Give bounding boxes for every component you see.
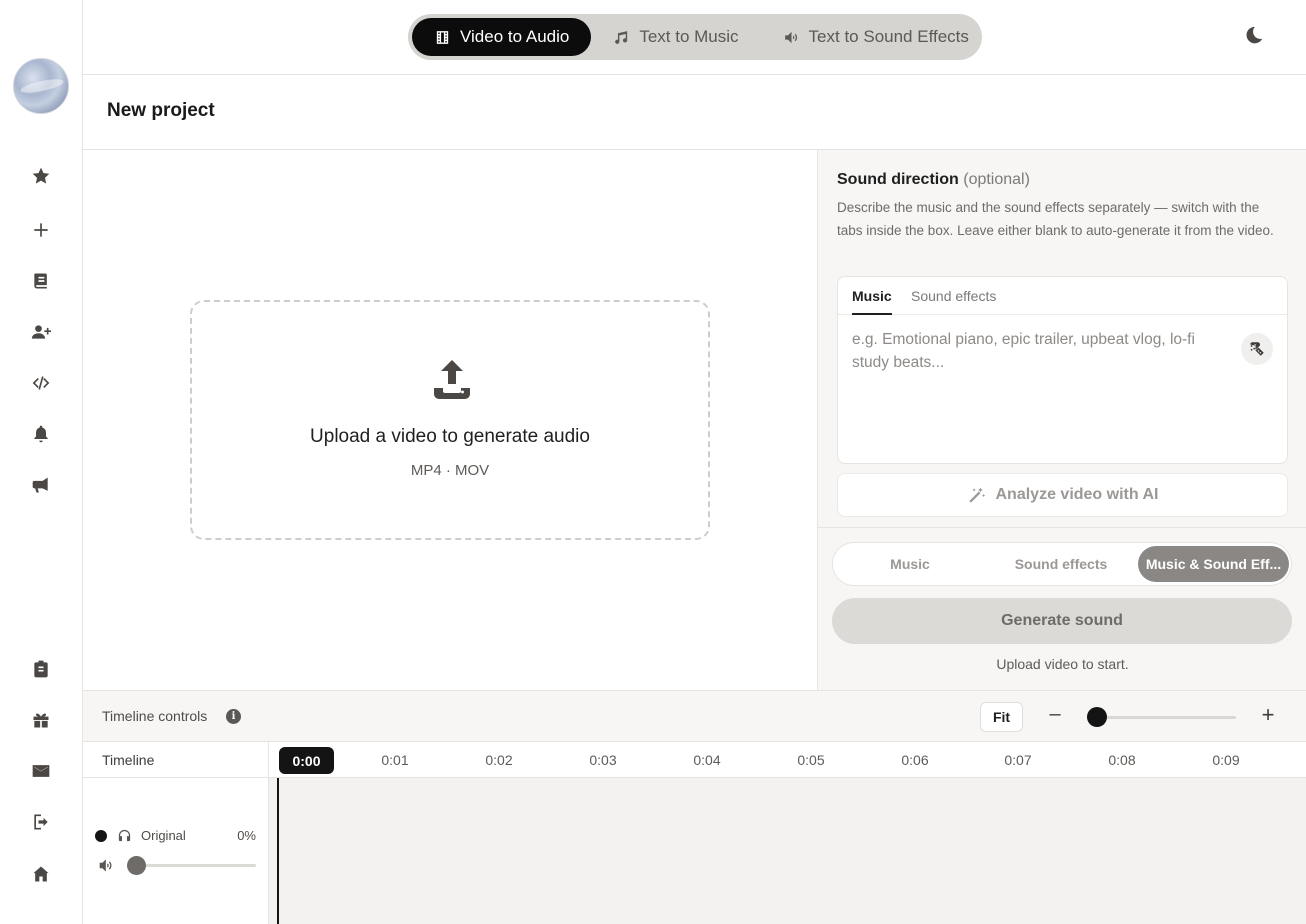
code-icon[interactable] [29,371,53,395]
mode-text-to-music[interactable]: Text to Music [591,18,760,56]
tab-sound-effects[interactable]: Sound effects [911,288,996,313]
timeline-controls-label: Timeline controls [102,708,208,724]
output-mode-music[interactable]: Music [836,546,984,582]
prompt-input[interactable]: e.g. Emotional piano, epic trailer, upbe… [852,328,1232,374]
gift-icon[interactable] [29,708,53,732]
track-volume-value: 0% [237,828,256,843]
fit-button[interactable]: Fit [980,702,1023,732]
ruler-tick: 0:02 [485,752,513,768]
timeline-title: Timeline [102,752,155,768]
ruler-tick: 0:01 [381,752,409,768]
ruler-tick: 0:04 [693,752,721,768]
add-user-icon[interactable] [29,320,53,344]
timeline-header: Timeline [83,742,269,778]
generate-sound-button[interactable]: Generate sound [832,598,1292,644]
upload-title: Upload a video to generate audio [310,426,590,447]
ruler-tick: 0:09 [1212,752,1240,768]
magic-wand-icon [968,487,985,503]
output-mode-sound-effects[interactable]: Sound effects [987,546,1135,582]
moon-icon[interactable] [1242,25,1266,49]
track-lane[interactable] [269,778,1306,924]
prompt-box: Music Sound effects e.g. Emotional piano… [837,276,1288,464]
divider [818,527,1306,528]
mode-switch: Video to Audio Text to Music Text to Sou… [408,14,982,60]
ruler-tick: 0:08 [1108,752,1136,768]
sound-direction-title: Sound direction (optional) [837,171,1030,189]
upload-pane: Upload a video to generate audio MP4 · M… [83,150,817,691]
zoom-out-button[interactable]: – [1045,703,1065,729]
home-icon[interactable] [29,862,53,886]
clipboard-icon[interactable] [29,657,53,681]
prompt-tabs: Music Sound effects [838,277,1287,315]
speaker-icon [784,31,797,43]
logout-icon[interactable] [29,810,53,834]
page-title: New project [107,100,215,121]
optional-label: (optional) [963,171,1030,188]
volume-icon[interactable] [98,858,115,873]
book-icon[interactable] [29,269,53,293]
megaphone-icon[interactable] [29,473,53,497]
track-volume-slider[interactable] [131,864,256,867]
ruler-tick: 0:06 [901,752,929,768]
zoom-slider-thumb[interactable] [1087,707,1107,727]
sidebar [0,0,83,924]
mode-text-to-sound-effects[interactable]: Text to Sound Effects [761,18,991,56]
mail-icon[interactable] [29,759,53,783]
sound-direction-panel: Sound direction (optional) Describe the … [817,150,1306,691]
mode-video-to-audio[interactable]: Video to Audio [412,18,592,56]
video-dropzone[interactable]: Upload a video to generate audio MP4 · M… [190,300,710,540]
avatar[interactable] [13,58,69,114]
analyze-label: Analyze video with AI [995,486,1159,503]
zoom-in-button[interactable]: + [1257,702,1279,730]
upload-formats: MP4 · MOV [410,462,490,479]
playhead-time[interactable]: 0:00 [279,747,334,774]
track-volume-thumb[interactable] [127,856,146,875]
sound-direction-label: Sound direction [837,171,959,188]
mode-label: Video to Audio [460,27,570,46]
output-mode-selector: Music Sound effects Music & Sound Eff... [832,542,1292,586]
generate-hint: Upload video to start. [996,656,1129,672]
mode-label: Text to Sound Effects [808,27,969,46]
track-name: Original [141,828,186,843]
mode-label: Text to Music [639,27,739,46]
dice-icon[interactable] [1241,333,1273,365]
timeline-ruler[interactable]: 0:00 0:01 0:02 0:03 0:04 0:05 0:06 0:07 … [269,742,1306,778]
top-bar: Video to Audio Text to Music Text to Sou… [83,0,1306,75]
film-icon [436,30,449,44]
plus-icon[interactable] [29,218,53,242]
ruler-tick: 0:03 [589,752,617,768]
music-note-icon [615,30,628,44]
output-mode-music-and-sfx[interactable]: Music & Sound Eff... [1138,546,1289,582]
analyze-video-button[interactable]: Analyze video with AI [837,473,1288,517]
sound-direction-description: Describe the music and the sound effects… [837,200,1274,238]
headphones-icon[interactable] [117,828,132,843]
star-icon[interactable] [29,164,53,188]
bell-icon[interactable] [29,422,53,446]
timeline-controls: Timeline controls i Fit – + [83,690,1306,742]
zoom-slider-track[interactable] [1095,716,1236,719]
timeline: Timeline 0:00 0:01 0:02 0:03 0:04 0:05 0… [83,742,1306,924]
tab-music[interactable]: Music [852,288,892,315]
ruler-tick: 0:05 [797,752,825,768]
project-header: New project [83,75,1306,150]
upload-icon [432,358,472,400]
track-record-dot[interactable] [95,830,107,842]
playhead-line[interactable] [277,778,279,924]
info-icon[interactable]: i [226,709,241,724]
ruler-tick: 0:07 [1004,752,1032,768]
track-header-original: Original 0% [83,778,269,924]
